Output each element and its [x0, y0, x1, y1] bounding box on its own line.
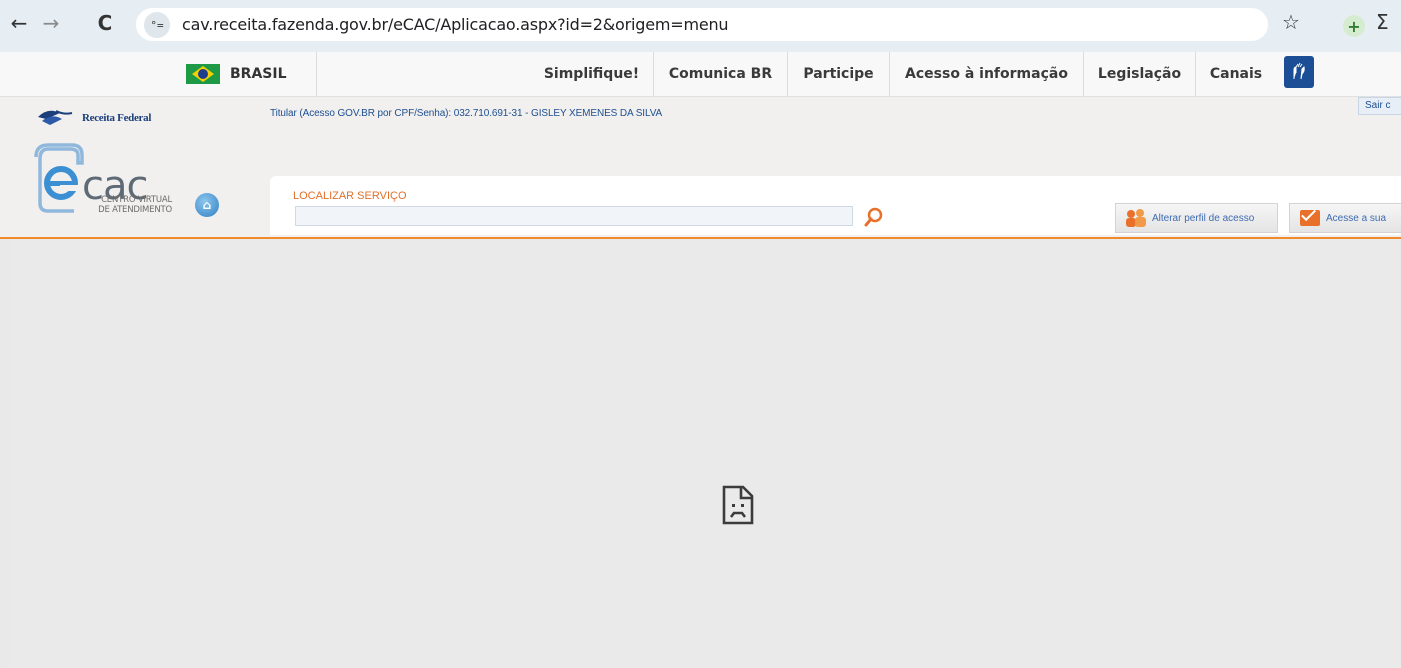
gov-link-comunica-br[interactable]: Comunica BR: [654, 52, 788, 96]
gov-brasil-link[interactable]: BRASIL: [174, 52, 317, 96]
alterar-perfil-label: Alterar perfil de acesso: [1152, 212, 1255, 224]
titular-info: Titular (Acesso GOV.BR por CPF/Senha): 0…: [270, 108, 663, 119]
vlibras-accessibility-icon[interactable]: [1284, 56, 1314, 88]
mail-icon: [1300, 210, 1320, 226]
ecac-subtitle-line1: CENTRO VIRTUAL: [101, 195, 172, 205]
gov-br-bar: BRASIL Simplifique! Comunica BR Particip…: [0, 52, 1401, 97]
gov-link-participe[interactable]: Participe: [788, 52, 890, 96]
gov-link-legislacao[interactable]: Legislação: [1084, 52, 1196, 96]
sad-document-icon: [722, 485, 754, 525]
search-label: LOCALIZAR SERVIÇO: [293, 190, 407, 202]
site-info-icon[interactable]: °=: [144, 12, 170, 38]
gov-link-simplifique[interactable]: Simplifique!: [530, 52, 654, 96]
browser-toolbar: ← → C °= cav.receita.fazenda.gov.br/eCAC…: [0, 0, 1401, 52]
address-bar[interactable]: °= cav.receita.fazenda.gov.br/eCAC/Aplic…: [136, 8, 1268, 41]
search-input[interactable]: [295, 206, 853, 226]
sair-button[interactable]: Sair c: [1358, 97, 1401, 115]
ecac-subtitle-line2: DE ATENDIMENTO: [98, 205, 172, 215]
ecac-header: Receita Federal Titular (Acesso GOV.BR p…: [0, 97, 1401, 239]
brasil-label: BRASIL: [230, 66, 287, 82]
extensions-puzzle-icon[interactable]: Σ: [1376, 10, 1389, 34]
caixa-postal-label: Acesse a sua: [1326, 212, 1387, 224]
gov-link-canais[interactable]: Canais: [1196, 52, 1276, 96]
search-icon[interactable]: [862, 206, 884, 228]
receita-federal-label: Receita Federal: [82, 112, 152, 124]
search-panel: LOCALIZAR SERVIÇO Alterar perfil de aces…: [270, 176, 1401, 235]
content-frame: [10, 239, 1401, 668]
ecac-subtitle: CENTRO VIRTUAL DE ATENDIMENTO: [74, 195, 172, 215]
people-icon: [1126, 209, 1146, 227]
forward-arrow-icon[interactable]: →: [36, 8, 66, 38]
home-icon[interactable]: ⌂: [195, 193, 219, 217]
alterar-perfil-button[interactable]: Alterar perfil de acesso: [1115, 203, 1278, 233]
gov-link-acesso-informacao[interactable]: Acesso à informação: [890, 52, 1084, 96]
brazil-flag-icon: [186, 64, 220, 84]
reload-icon[interactable]: C: [90, 8, 120, 38]
caixa-postal-button[interactable]: Acesse a sua: [1289, 203, 1401, 233]
extension-plus-icon[interactable]: +: [1343, 15, 1365, 37]
bookmark-star-icon[interactable]: ☆: [1282, 10, 1300, 34]
back-arrow-icon[interactable]: ←: [4, 8, 34, 38]
url-text[interactable]: cav.receita.fazenda.gov.br/eCAC/Aplicaca…: [182, 15, 729, 34]
